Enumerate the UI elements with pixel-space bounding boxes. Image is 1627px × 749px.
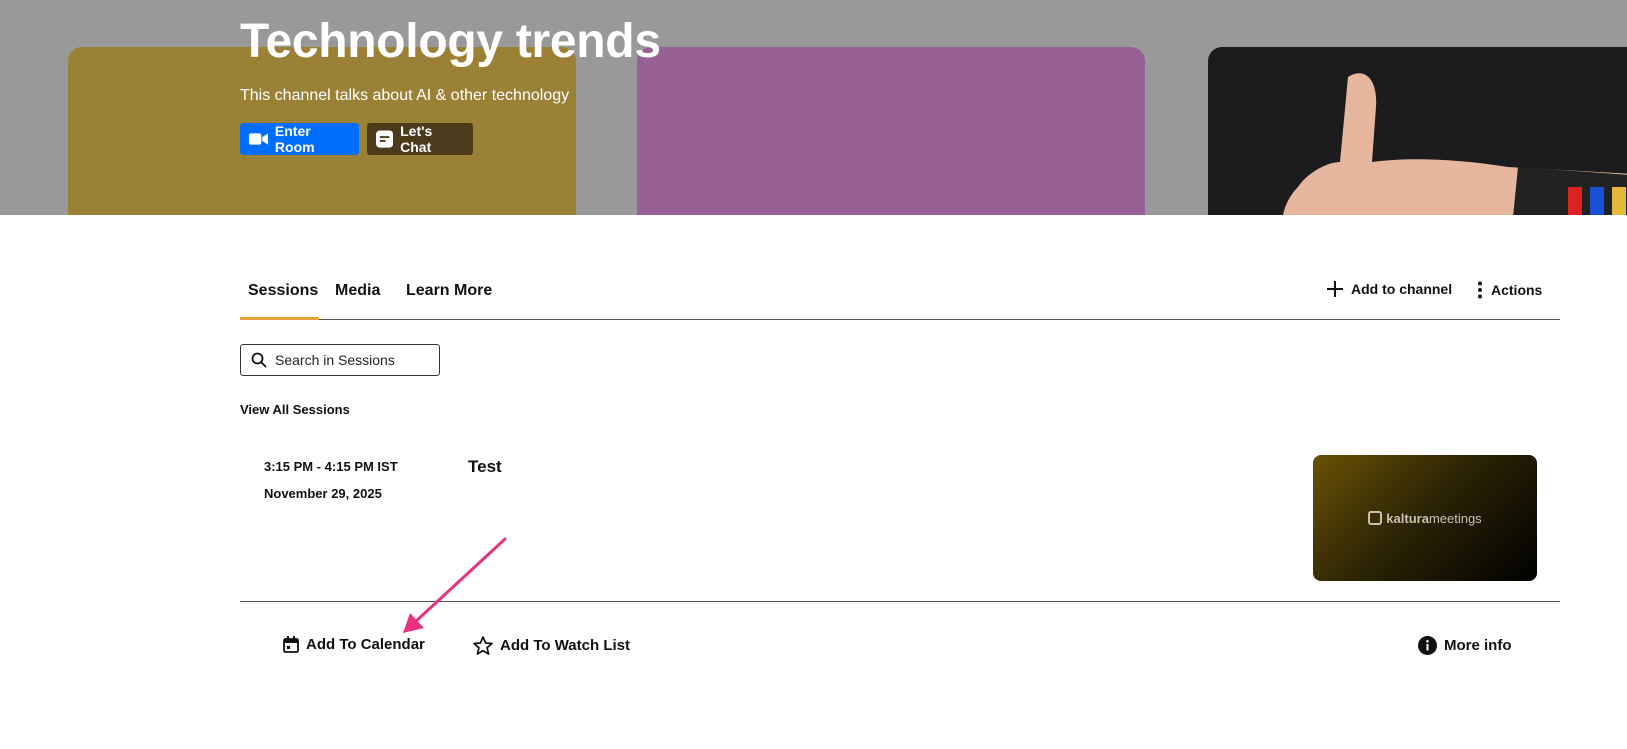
- enter-room-label: Enter Room: [274, 123, 315, 155]
- search-icon: [251, 352, 267, 368]
- star-icon: [473, 636, 493, 655]
- search-input[interactable]: [275, 352, 425, 368]
- tab-learn-more[interactable]: Learn More: [406, 282, 492, 300]
- add-to-calendar-label: Add To Calendar: [306, 636, 425, 653]
- add-to-watch-list-button[interactable]: Add To Watch List: [473, 636, 630, 655]
- plus-icon: [1327, 281, 1343, 297]
- more-info-button[interactable]: More info: [1418, 636, 1512, 655]
- more-info-label: More info: [1444, 637, 1512, 654]
- add-to-watch-list-label: Add To Watch List: [500, 637, 630, 654]
- channel-title: Technology trends: [240, 15, 661, 68]
- kaltura-logo-icon: [1368, 511, 1383, 525]
- thumbs-up-image: [1283, 73, 1627, 215]
- session-title[interactable]: Test: [468, 457, 502, 477]
- calendar-icon: [283, 636, 299, 653]
- add-to-calendar-button[interactable]: Add To Calendar: [283, 636, 425, 653]
- chat-icon: [376, 130, 394, 148]
- tab-sessions[interactable]: Sessions: [248, 282, 318, 300]
- session-row: 3:15 PM - 4:15 PM IST November 29, 2025 …: [240, 440, 1560, 602]
- lets-chat-label: Let's Chat: [400, 123, 433, 155]
- thumb-brand-bold: kaltura: [1386, 510, 1429, 526]
- channel-tabs: Sessions Media Learn More Add to channel…: [240, 266, 1560, 320]
- session-thumbnail[interactable]: kaltura meetings: [1313, 455, 1537, 581]
- add-to-channel-label: Add to channel: [1351, 281, 1453, 297]
- tab-media[interactable]: Media: [335, 282, 380, 300]
- channel-hero: Technology trends This channel talks abo…: [0, 0, 1627, 215]
- channel-description: This channel talks about AI & other tech…: [240, 87, 570, 104]
- kebab-icon: [1478, 281, 1482, 299]
- video-icon: [249, 133, 268, 145]
- session-date: November 29, 2025: [264, 486, 382, 501]
- actions-label: Actions: [1491, 282, 1543, 298]
- session-time: 3:15 PM - 4:15 PM IST: [264, 459, 398, 474]
- enter-room-button[interactable]: Enter Room: [240, 123, 359, 155]
- view-all-sessions-link[interactable]: View All Sessions: [240, 402, 350, 417]
- add-to-channel-button[interactable]: Add to channel: [1327, 281, 1452, 297]
- info-icon: [1418, 636, 1437, 655]
- hero-tile-image: [1208, 47, 1627, 215]
- thumb-brand-rest: meetings: [1428, 510, 1482, 526]
- active-tab-indicator: [240, 317, 319, 320]
- lets-chat-button[interactable]: Let's Chat: [367, 123, 473, 155]
- sessions-search[interactable]: [240, 344, 440, 376]
- hero-tile-purple: [637, 47, 1145, 215]
- actions-menu-button[interactable]: Actions: [1477, 281, 1542, 299]
